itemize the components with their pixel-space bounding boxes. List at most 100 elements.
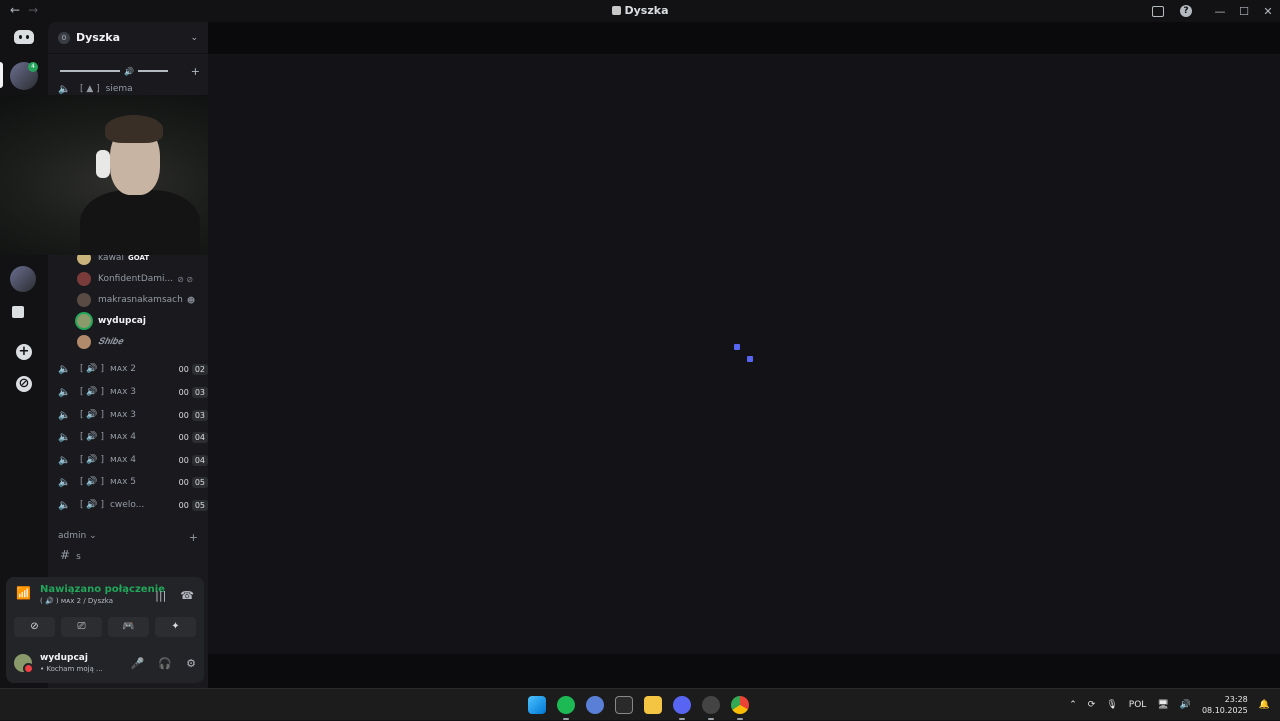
language-indicator[interactable]: POL [1129,700,1147,710]
speaker-icon: 🔈 [58,409,71,421]
user-count: 00 [178,387,189,397]
channel-name: ᴍᴀx 5 [109,477,136,487]
gear-icon[interactable]: ⚙ [186,657,196,670]
epic-games-icon[interactable] [615,696,633,714]
server-avatar-3[interactable] [12,306,24,318]
network-icon[interactable]: 🖥 [1157,700,1168,710]
user-limit-value: 03 [191,409,208,421]
clock[interactable]: 23:28 08.10.2025 [1202,694,1248,716]
user-limit-value: 05 [191,476,208,488]
speaker-icon: 🔈 [58,499,71,511]
voice-channel[interactable]: 🔈 [ 🔊 ] ᴍᴀx 4 00 04 [58,451,208,469]
user-panel[interactable]: wydupcaj • Kocham moją ... 🎤 🎧 ⚙ [14,653,196,674]
microphone-icon[interactable]: 🎤 [131,657,145,670]
windows-start-icon[interactable] [528,696,546,714]
username: wydupcaj [40,653,88,663]
user-limit-value: 03 [191,386,208,398]
connection-status: Nawiązano połączenie [40,584,165,595]
voice-user[interactable]: KonfidentDami... ⊘ ⊘ [77,270,207,288]
spinner-square [734,344,740,350]
loading-spinner-icon [734,344,754,364]
voice-channel[interactable]: 🔈 [ 🔊 ] ᴍᴀx 4 00 04 [58,428,208,446]
user-limit: 00 05 [176,499,208,511]
chevron-down-icon[interactable]: ⌄ [190,33,198,43]
voice-user[interactable]: wydupcaj [77,312,207,330]
category-admin[interactable]: admin ⌄ + [58,531,198,544]
clock-date: 08.10.2025 [1201,706,1248,715]
soundboard-button[interactable]: ✦ [155,617,196,637]
channel-divider-row: 🔊 + [60,65,200,78]
chrome-icon[interactable] [731,696,749,720]
help-icon[interactable]: ? [1180,5,1192,17]
spotify-icon[interactable] [557,696,575,720]
disconnect-icon[interactable]: ☎ [180,589,194,602]
system-tray: ⌃ ⟳ 🎙 POL 🖥 🔊 23:28 08.10.2025 🔔 [1069,689,1270,721]
user-tag: GOAT [127,254,150,262]
avatar [77,272,91,286]
channel-name: ᴍᴀx 4 [109,432,136,442]
voice-channel[interactable]: 🔈 [ 🔊 ] ᴍᴀx 2 00 02 [58,360,208,378]
chevron-up-icon[interactable]: ⌃ [1069,700,1077,710]
hash-icon: # [60,548,71,562]
spinner-square [747,356,753,362]
server-avatar-2[interactable] [10,266,36,292]
server-small-icon: 0 [58,31,70,44]
channel-prefix: [ 🔊 ] [80,432,104,442]
discover-icon[interactable]: ⊘ [16,376,32,392]
avatar[interactable] [14,654,34,674]
maximize-button[interactable]: ☐ [1232,5,1256,18]
muted-icon: ⊘ ⊘ [177,274,194,284]
volume-icon[interactable]: 🔊 [1180,700,1191,710]
voice-user[interactable]: makrasnakamsach ☻ [77,291,207,309]
app-icon-2[interactable] [702,696,720,720]
user-count: 00 [178,500,189,510]
add-channel-icon[interactable]: + [191,65,200,78]
sync-icon[interactable]: ⟳ [1088,700,1096,710]
voice-channel[interactable]: 🔈 [ 🔊 ] ᴍᴀx 3 00 03 [58,406,208,424]
screen-share-button[interactable]: ⎚ [61,617,102,637]
server-header[interactable]: 0 Dyszka ⌄ [48,22,208,54]
add-channel-icon[interactable]: + [189,531,198,544]
title-bar: ← → Dyszka ? — ☐ ✕ [0,0,1280,22]
user-limit-value: 04 [191,431,208,443]
voice-location[interactable]: ( 🔊 ) ᴍᴀx 2 / Dyszka [40,597,165,605]
discord-home-icon[interactable] [14,30,34,44]
inbox-icon[interactable] [1152,5,1164,17]
voice-user[interactable]: 𝑺𝒉𝒊𝒃𝒆 [77,333,207,351]
activity-button[interactable]: 🎮 [108,617,149,637]
channel-name: ᴍᴀx 3 [109,410,136,420]
camera-off-button[interactable]: ⊘ [14,617,55,637]
main-content [208,22,1280,688]
microphone-tray-icon[interactable]: 🎙 [1106,700,1117,710]
divider-line [137,70,168,72]
discord-icon[interactable] [673,696,691,720]
person-shirt [80,190,200,255]
avatar [77,314,91,328]
category-name: admin ⌄ [58,531,97,541]
speaker-icon: 🔈 [58,476,71,488]
channel-name: ᴍᴀx 3 [109,387,136,397]
text-channel[interactable]: # s [60,548,81,562]
selected-server-indicator [0,62,3,88]
user-count: 00 [178,410,189,420]
voice-channel[interactable]: 🔈 [ 🔊 ] ᴍᴀx 5 00 05 [58,473,208,491]
add-server-icon[interactable]: + [16,344,32,360]
channel-prefix: [ 🔊 ] [80,364,104,374]
headphones-icon[interactable]: 🎧 [158,657,172,670]
notification-bell-icon[interactable]: 🔔 [1259,700,1270,710]
app-icon[interactable] [586,696,604,714]
noise-suppression-icon[interactable]: ||| [155,589,166,602]
user-limit: 00 03 [176,409,208,421]
voice-channel[interactable]: 🔈 [ 🔊 ] ᴍᴀx 3 00 03 [58,383,208,401]
server-name: Dyszka [76,31,120,44]
channel-prefix: [ 🔊 ] [80,455,104,465]
file-explorer-icon[interactable] [644,696,662,714]
signal-icon[interactable]: 📶 [16,586,32,600]
minimize-button[interactable]: — [1208,5,1232,18]
speaker-icon: 🔈 [58,386,71,398]
clock-time: 23:28 [1224,695,1248,704]
close-button[interactable]: ✕ [1256,5,1280,18]
voice-panel: 📶 Nawiązano połączenie ( 🔊 ) ᴍᴀx 2 / Dys… [6,577,204,683]
voice-channel[interactable]: 🔈 [ 🔊 ] cwelo... 00 05 [58,496,208,514]
taskbar-apps [528,696,749,720]
